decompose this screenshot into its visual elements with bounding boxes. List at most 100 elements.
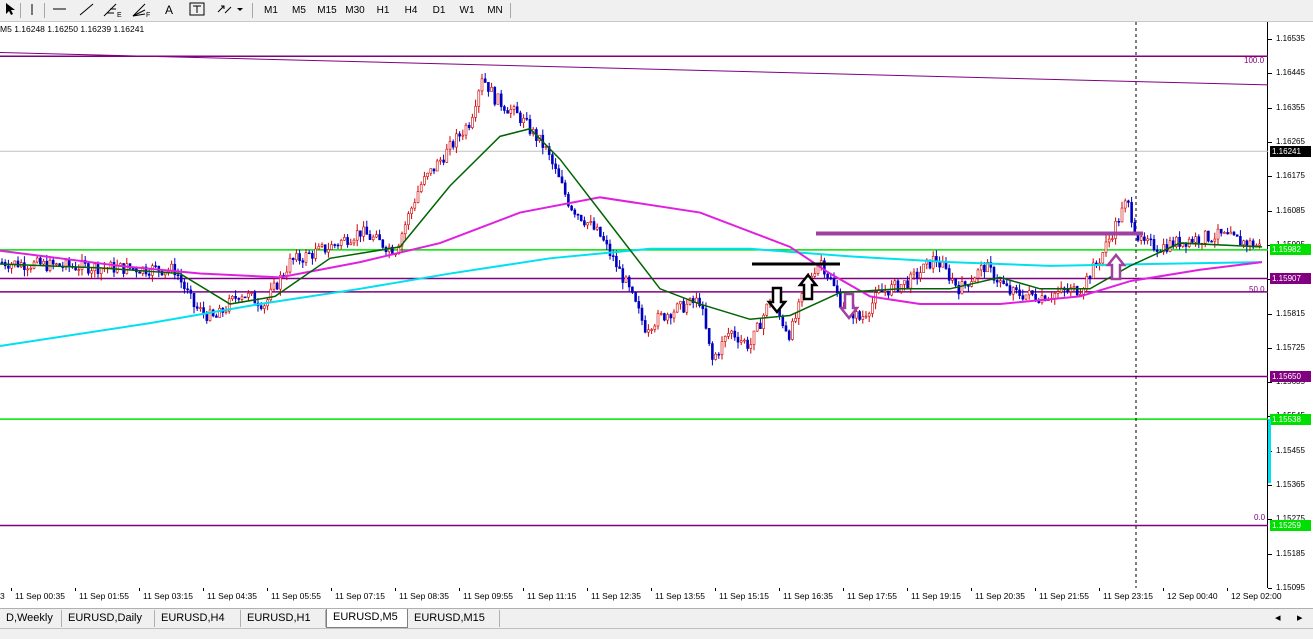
trendline-icon[interactable] [77, 2, 95, 19]
candle-body [1207, 230, 1210, 242]
candle-body [362, 226, 365, 237]
vertical-line-icon[interactable] [26, 2, 38, 19]
candle-body [983, 264, 986, 273]
candle-body [483, 78, 487, 83]
candle-body [896, 280, 900, 292]
chart-plot-area[interactable] [0, 22, 1268, 588]
candle-body [899, 284, 903, 292]
candle-body [1178, 236, 1181, 247]
tab-scroll-left-icon[interactable]: ◂ [1275, 611, 1281, 624]
arrows-icon[interactable] [215, 2, 245, 19]
candle-body [1066, 289, 1069, 292]
candle-body [448, 141, 452, 150]
candle-body [1146, 238, 1149, 241]
time-tick-label: 11 Sep 21:55 [1039, 591, 1089, 601]
price-axis[interactable]: 1.16535 1.16445 1.16355 1.16265 1.16175 1.160… [1268, 22, 1313, 592]
time-tick-mark [907, 588, 908, 591]
candle-body [474, 106, 477, 118]
candle-body [912, 271, 916, 275]
candle-body [442, 159, 445, 163]
candle-body [410, 207, 413, 214]
candle-body [714, 353, 717, 360]
tab-eurusd-m15[interactable]: EURUSD,M15 [408, 610, 500, 627]
timeframe-d1[interactable]: D1 [425, 2, 453, 19]
candle-body [464, 124, 468, 136]
fibo-fan-icon[interactable]: F [131, 2, 153, 19]
timeframe-h4[interactable]: H4 [397, 2, 425, 19]
candle-body [522, 117, 525, 124]
candle-body [621, 268, 625, 283]
text-label-icon[interactable] [188, 2, 206, 19]
time-tick-mark [587, 588, 588, 591]
timeframe-m1[interactable]: M1 [257, 2, 285, 19]
candle-body [627, 276, 631, 288]
tab-scroll-right-icon[interactable]: ▸ [1297, 611, 1303, 624]
candle-body [736, 336, 740, 343]
candle-body [679, 301, 682, 305]
tab-eurusd-daily[interactable]: EURUSD,Daily [62, 610, 155, 627]
candle-body [663, 313, 666, 321]
timeframe-w1[interactable]: W1 [453, 2, 481, 19]
candle-body [554, 163, 557, 169]
candle-body [1114, 220, 1117, 239]
candle-body [39, 257, 42, 265]
candle-body [259, 305, 263, 309]
candle-body [1219, 228, 1223, 234]
time-tick-label: 11 Sep 13:55 [655, 591, 705, 601]
candle-body [570, 205, 573, 211]
candle-body [359, 230, 362, 237]
candle-body [563, 182, 567, 195]
price-tick-mark [1268, 553, 1272, 555]
timeframe-mn[interactable]: MN [481, 2, 509, 19]
candle-body [1248, 240, 1252, 247]
candle-body [675, 303, 679, 313]
candle-body [602, 236, 605, 241]
candle-body [147, 273, 151, 276]
candle-body [471, 117, 474, 128]
candle-body [864, 315, 868, 318]
timeframe-m15[interactable]: M15 [313, 2, 341, 19]
toolbar-separator [20, 3, 21, 18]
candle-body [499, 93, 503, 107]
fibonacci-icon[interactable]: E [102, 2, 124, 19]
time-tick-mark [459, 588, 460, 591]
candle-body [29, 267, 33, 270]
time-tick-mark [971, 588, 972, 591]
tab-eurusd-h4[interactable]: EURUSD,H4 [155, 610, 241, 627]
candle-body [858, 311, 861, 320]
price-tick-label: 1.16175 [1276, 171, 1305, 181]
cursor-icon[interactable] [3, 2, 17, 19]
time-tick-label: 11 Sep 15:15 [719, 591, 769, 601]
candle-body [1232, 231, 1236, 236]
candle-body [138, 271, 141, 274]
chart-tabs: D,Weekly EURUSD,Daily EURUSD,H4 EURUSD,H… [0, 608, 1313, 628]
horizontal-line-icon[interactable] [50, 2, 68, 19]
candle-body [682, 301, 685, 313]
timeframe-m5[interactable]: M5 [285, 2, 313, 19]
tab-weekly[interactable]: D,Weekly [0, 610, 62, 627]
candle-body [1005, 283, 1009, 286]
text-icon[interactable]: A [161, 2, 177, 19]
candle-body [413, 202, 417, 209]
candle-body [883, 290, 887, 293]
candle-body [490, 87, 493, 92]
status-bar [0, 628, 1313, 639]
candle-body [304, 252, 308, 263]
price-tick-label: 1.16085 [1276, 205, 1305, 215]
timeframe-h1[interactable]: H1 [369, 2, 397, 19]
candle-body [154, 265, 157, 268]
tab-eurusd-m5[interactable]: EURUSD,M5 [326, 609, 408, 628]
candle-body [272, 282, 276, 290]
candle-body [96, 263, 100, 275]
candle-body [871, 302, 874, 314]
timeframe-m30[interactable]: M30 [341, 2, 369, 19]
candle-body [275, 282, 279, 290]
candle-body [496, 93, 500, 105]
candle-body [829, 277, 833, 280]
tab-eurusd-h1[interactable]: EURUSD,H1 [241, 610, 326, 627]
candle-body [355, 230, 359, 241]
time-axis[interactable]: 3 11 Sep 00:35 11 Sep 01:55 11 Sep 03:15 11… [0, 588, 1282, 608]
candle-body [512, 106, 516, 110]
candle-body [746, 339, 749, 349]
price-tick-label: 1.15815 [1276, 308, 1305, 318]
